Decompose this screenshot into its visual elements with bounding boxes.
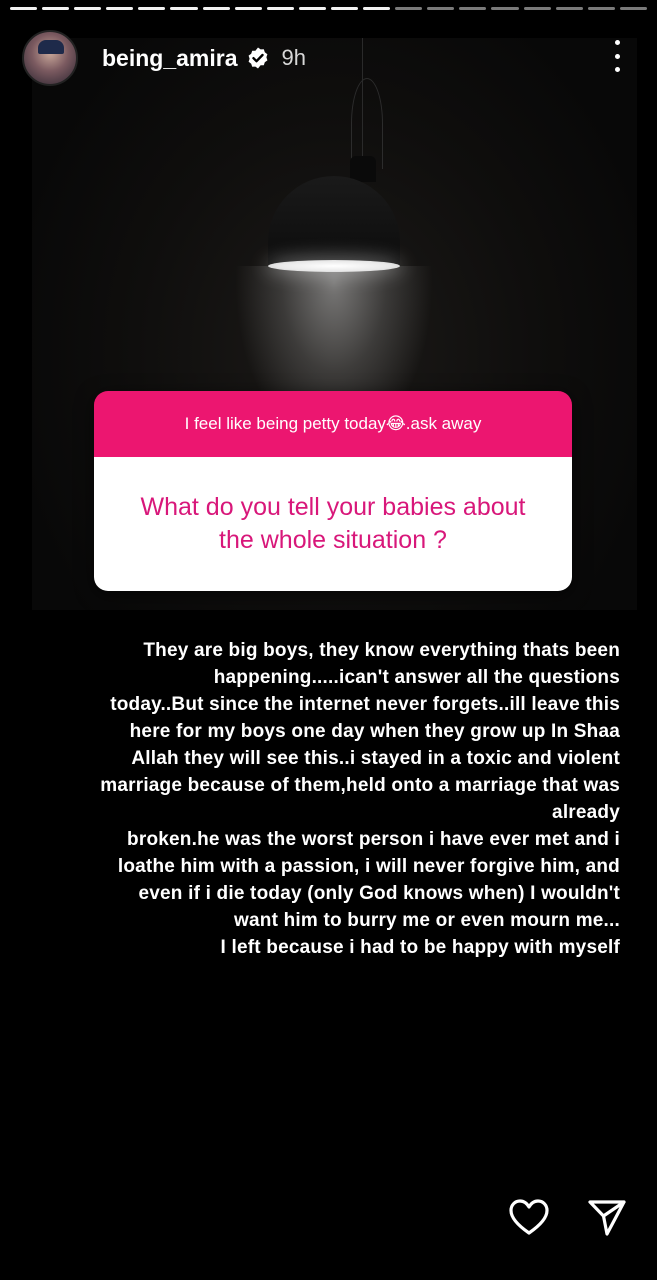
caption-line: I left because i had to be happy with my…	[220, 937, 620, 958]
progress-segment	[395, 7, 423, 10]
progress-segment	[138, 7, 166, 10]
caption-line: Allah they will see this..i stayed in a …	[131, 748, 620, 769]
caption-line: here for my boys one day when they grow …	[129, 721, 620, 742]
caption-line: want him to burry me or even mourn me...	[234, 910, 620, 931]
progress-segment	[427, 7, 455, 10]
question-sticker-prompt: I feel like being petty today😂.ask away	[94, 391, 572, 457]
progress-segment	[42, 7, 70, 10]
progress-segment	[459, 7, 487, 10]
more-options-icon[interactable]	[613, 40, 621, 72]
caption-line: already	[552, 802, 620, 823]
username[interactable]: being_amira	[102, 45, 238, 72]
progress-segment	[298, 7, 326, 10]
story-header: being_amira 9h	[22, 30, 635, 86]
story-caption: They are big boys, they know everything …	[30, 637, 620, 961]
caption-line: even if i die today (only God knows when…	[138, 883, 620, 904]
question-sticker: I feel like being petty today😂.ask away …	[94, 391, 572, 591]
story-timestamp: 9h	[281, 45, 306, 70]
caption-line: broken.he was the worst person i have ev…	[127, 829, 620, 850]
question-sticker-question: What do you tell your babies about the w…	[94, 457, 572, 591]
progress-segment	[491, 7, 519, 10]
story-viewer[interactable]: I feel like being petty today😂.ask away …	[0, 0, 657, 1280]
progress-segment	[587, 7, 615, 10]
progress-segment	[170, 7, 198, 10]
story-progress-bar	[10, 7, 647, 11]
progress-segment	[523, 7, 551, 10]
progress-segment	[363, 7, 391, 10]
progress-segment	[555, 7, 583, 10]
story-actions	[507, 1196, 629, 1240]
progress-segment	[10, 7, 38, 10]
lamp-bulb-rim	[268, 260, 400, 272]
caption-line: happening.....ican't answer all the ques…	[213, 667, 620, 688]
caption-line: loathe him with a passion, i will never …	[117, 856, 620, 877]
caption-line: today..But since the internet never forg…	[110, 694, 620, 715]
caption-line: marriage because of them,held onto a mar…	[100, 775, 620, 796]
progress-segment	[202, 7, 230, 10]
heart-icon[interactable]	[507, 1196, 551, 1240]
progress-segment	[106, 7, 134, 10]
lamp-shade	[268, 176, 400, 268]
progress-segment	[266, 7, 294, 10]
progress-segment	[74, 7, 102, 10]
avatar[interactable]	[22, 30, 78, 86]
verified-badge-icon	[248, 47, 267, 69]
progress-segment	[234, 7, 262, 10]
story-media[interactable]: I feel like being petty today😂.ask away …	[32, 38, 637, 610]
progress-segment	[330, 7, 359, 10]
send-icon[interactable]	[585, 1196, 629, 1240]
caption-line: They are big boys, they know everything …	[143, 640, 620, 661]
progress-segment	[619, 7, 647, 10]
